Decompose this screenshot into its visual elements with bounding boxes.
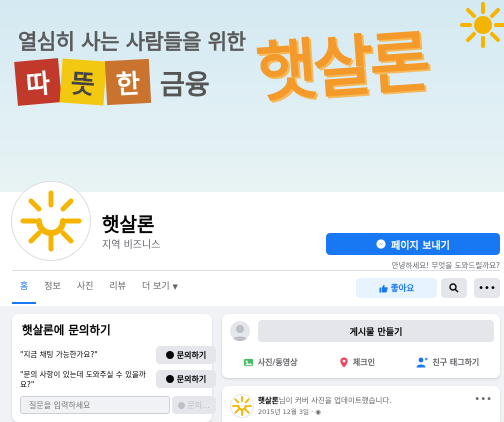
faq-ask-button[interactable]: 문의하기 (156, 370, 216, 388)
ask-card: 햇살론에 문의하기 "지금 채팅 가능한가요?" 문의하기 "문의 사항이 있는… (12, 314, 216, 422)
send-message-label: 페이지 보내기 (391, 240, 450, 252)
cover-tile: 뜻 (59, 58, 107, 106)
more-options-button[interactable]: ••• (474, 278, 500, 298)
tab-about[interactable]: 정보 (36, 272, 69, 304)
check-in-button[interactable]: 체크인 (339, 356, 375, 368)
messenger-icon (165, 351, 174, 359)
create-post-button[interactable]: 게시물 만들기 (258, 320, 494, 342)
send-message-button[interactable]: 페이지 보내기 (326, 233, 500, 255)
page-avatar[interactable] (12, 182, 90, 260)
sun-logo-icon (231, 395, 253, 417)
post-actions: 사진/동영상 체크인 친구 태그하기 (222, 350, 500, 374)
cover-tiles-suffix: 금융 (160, 69, 210, 101)
thumbs-up-icon (379, 284, 388, 293)
tab-more[interactable]: 더 보기 ▼ (134, 272, 186, 304)
cover-tiles: 따 뜻 한 금융 (14, 58, 210, 106)
post-action-text: 님이 커버 사진을 업데이트했습니다. (278, 396, 392, 405)
more-icon: ••• (474, 394, 492, 405)
check-in-label: 체크인 (352, 357, 375, 367)
location-pin-icon (340, 356, 348, 368)
caret-down-icon: ▼ (172, 283, 178, 291)
tab-more-label: 더 보기 (141, 282, 170, 292)
divider (12, 270, 500, 271)
cover-tile: 한 (104, 58, 152, 106)
tab-home[interactable]: 홈 (12, 272, 37, 304)
globe-icon: ◉ (315, 408, 321, 416)
messenger-icon (178, 401, 186, 409)
photo-icon (243, 358, 253, 366)
messenger-icon (376, 239, 386, 249)
tab-reviews[interactable]: 리뷰 (101, 272, 134, 304)
tag-friends-icon (416, 357, 428, 367)
post-more-button[interactable]: ••• (474, 394, 492, 405)
sun-logo-icon (20, 190, 82, 252)
ask-send-label: 문의... (187, 400, 210, 410)
more-icon: ••• (478, 282, 496, 294)
cover-tile: 따 (14, 58, 62, 106)
page-category: 지역 비즈니스 (102, 240, 161, 251)
post-author[interactable]: 햇살론 (258, 396, 279, 405)
faq-ask-label: 문의하기 (176, 350, 207, 360)
faq-question: "지금 채팅 가능한가요?" (20, 350, 98, 359)
create-post-card: 게시물 만들기 사진/동영상 체크인 친구 태그하기 (222, 314, 500, 378)
messenger-icon (165, 375, 174, 383)
post-author-avatar[interactable] (230, 394, 254, 418)
profile-header: 햇살론 지역 비즈니스 페이지 보내기 안녕하세요! 무엇을 도와드릴까요? 홈… (0, 182, 504, 306)
user-avatar[interactable] (230, 321, 250, 341)
cover-brand-logo: 햇살론 (253, 23, 430, 112)
search-button[interactable] (441, 278, 467, 298)
post-date[interactable]: 2015년 12월 3일 · ◉ (258, 406, 321, 416)
tag-friends-label: 친구 태그하기 (432, 357, 480, 367)
photo-video-label: 사진/동영상 (257, 357, 298, 367)
ask-card-title: 햇살론에 문의하기 (22, 323, 111, 337)
like-label: 좋아요 (390, 284, 415, 294)
faq-ask-button[interactable]: 문의하기 (156, 346, 216, 364)
search-icon (449, 283, 459, 293)
like-button[interactable]: 좋아요 (356, 278, 437, 298)
page-tabs: 홈 정보 사진 리뷰 더 보기 ▼ (12, 272, 186, 304)
photo-video-button[interactable]: 사진/동영상 (243, 357, 298, 368)
cover-tagline: 열심히 사는 사람들을 위한 (18, 30, 246, 54)
page-title: 햇살론 (102, 214, 155, 236)
faq-ask-label: 문의하기 (176, 374, 207, 384)
tag-friends-button[interactable]: 친구 태그하기 (416, 357, 479, 368)
ask-send-button[interactable]: 문의... (172, 396, 216, 414)
tab-photos[interactable]: 사진 (69, 272, 102, 304)
post-header: 햇살론님이 커버 사진을 업데이트했습니다. (258, 395, 392, 406)
cover-photo[interactable]: 열심히 사는 사람들을 위한 따 뜻 한 금융 햇살론 (0, 0, 504, 192)
user-icon (232, 325, 248, 341)
post-date-label: 2015년 12월 3일 · (258, 408, 316, 416)
sun-icon (460, 2, 504, 48)
faq-question: "문의 사항이 있는데 도와주실 수 있을까요?" (20, 370, 146, 389)
question-input[interactable] (20, 396, 170, 414)
feed-post: 햇살론님이 커버 사진을 업데이트했습니다. 2015년 12월 3일 · ◉ … (222, 386, 500, 422)
